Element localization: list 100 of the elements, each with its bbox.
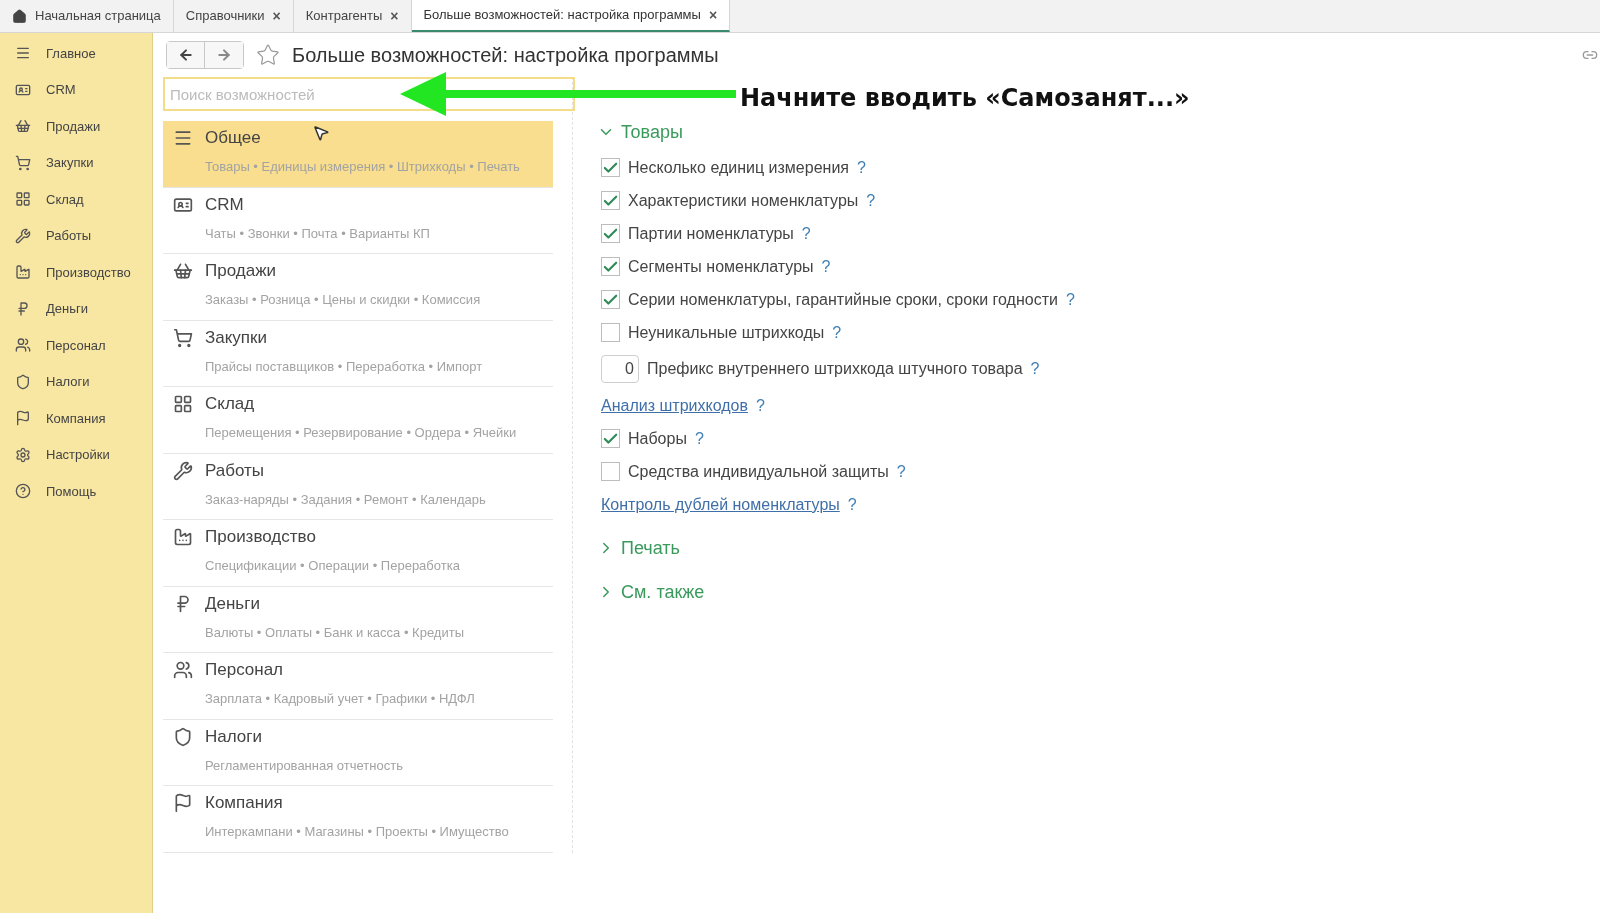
help-link[interactable]: ? xyxy=(801,221,811,246)
help-link[interactable]: ? xyxy=(694,426,704,451)
section-title: CRM xyxy=(205,193,244,216)
section-item[interactable]: Продажи Заказы • Розница • Цены и скидки • Комиссия xyxy=(163,254,553,321)
sidebar-item[interactable]: Деньги xyxy=(0,290,152,327)
close-button[interactable]: × xyxy=(272,5,281,27)
section-title: Продажи xyxy=(205,260,276,283)
help-link[interactable]: ? xyxy=(1065,287,1075,312)
section-details: Прайсы поставщиков • Переработка • Импорт xyxy=(204,357,484,376)
checkbox[interactable] xyxy=(601,323,620,342)
annotation-text: Начните вводить «Самозанят...» xyxy=(740,83,1190,114)
basket-icon xyxy=(15,118,31,135)
section-item[interactable]: CRM Чаты • Звонки • Почта • Варианты КП xyxy=(163,187,553,254)
section-title: Работы xyxy=(205,459,265,482)
checkbox[interactable] xyxy=(601,158,620,177)
checkbox[interactable] xyxy=(601,429,620,448)
option-label: Партии номенклатуры xyxy=(628,223,794,244)
help-link[interactable]: ? xyxy=(857,155,866,180)
sidebar-item[interactable]: Продажи xyxy=(0,108,152,145)
tab[interactable]: Контрагенты × xyxy=(293,0,412,32)
window-title: Больше возможностей: настройка программы xyxy=(292,43,719,68)
section-title: Компания xyxy=(205,792,283,815)
section-title: Закупки xyxy=(205,326,267,349)
cart-icon xyxy=(15,154,31,171)
help-link[interactable]: ? xyxy=(832,320,842,345)
section-details: Валюты • Оплаты • Банк и касса • Кредиты xyxy=(204,623,465,642)
sidebar-item[interactable]: Склад xyxy=(0,181,152,218)
help-link[interactable]: ? xyxy=(755,393,765,418)
sidebar-item[interactable]: CRM xyxy=(0,71,152,108)
checkbox[interactable] xyxy=(601,290,620,309)
help-link[interactable]: ? xyxy=(821,254,831,279)
link[interactable]: Анализ штрихкодов xyxy=(601,393,748,418)
section-title: Общее xyxy=(205,127,261,150)
back-button[interactable] xyxy=(167,42,205,68)
option-label: Наборы xyxy=(628,428,687,449)
help-link[interactable]: ? xyxy=(847,492,857,517)
help-icon xyxy=(15,483,31,500)
group-header[interactable]: Товары xyxy=(597,115,1600,149)
group-header[interactable]: Печать xyxy=(597,531,1600,565)
help-link[interactable]: ? xyxy=(1030,357,1040,381)
sidebar-item[interactable]: Закупки xyxy=(0,144,152,181)
sidebar-item[interactable]: Помощь xyxy=(0,473,152,510)
checkbox[interactable] xyxy=(601,462,620,481)
section-item[interactable]: Деньги Валюты • Оплаты • Банк и касса • Кредиты xyxy=(163,586,553,653)
close-button[interactable]: × xyxy=(390,5,399,27)
section-item[interactable]: Склад Перемещения • Резервирование • Ордера • Ячейки xyxy=(163,387,553,454)
section-item[interactable]: Закупки Прайсы поставщиков • Переработка • Импорт xyxy=(163,320,553,387)
basket-icon xyxy=(173,261,193,281)
star-icon[interactable] xyxy=(256,43,280,67)
section-title: Деньги xyxy=(205,592,260,615)
section-title: Персонал xyxy=(205,659,284,682)
help-link[interactable]: ? xyxy=(866,188,876,213)
tab[interactable]: Справочники × xyxy=(173,0,294,32)
factory-icon xyxy=(173,527,193,547)
flag-icon xyxy=(173,793,193,813)
section-item[interactable]: Производство Спецификации • Операции • Переработка xyxy=(163,520,553,587)
sidebar-item[interactable]: Настройки xyxy=(0,436,152,473)
help-link[interactable]: ? xyxy=(896,459,906,484)
option-label: Несколько единиц измерения xyxy=(628,157,849,178)
sidebar-item[interactable]: Персонал xyxy=(0,327,152,364)
checkbox[interactable] xyxy=(601,257,620,276)
people-icon xyxy=(15,337,31,354)
ruble-icon xyxy=(15,300,31,317)
section-details: Регламентированная отчетность xyxy=(204,756,404,775)
checkbox[interactable] xyxy=(601,191,620,210)
search-field[interactable]: Поиск возможностей xyxy=(163,77,575,111)
option-label: Серии номенклатуры, гарантийные сроки, сроки годности xyxy=(628,289,1058,310)
link[interactable]: Контроль дублей номенклатуры xyxy=(601,492,840,517)
section-title: Налоги xyxy=(205,725,262,748)
cart-icon xyxy=(173,327,193,348)
sidebar-item[interactable]: Работы xyxy=(0,217,152,254)
section-details: Товары • Единицы измерения • Штрихкоды • Печать xyxy=(204,158,521,176)
menu-icon xyxy=(173,128,193,148)
section-item[interactable]: Компания Интеркампани • Магазины • Проекты • Имущество xyxy=(163,786,553,853)
group-header[interactable]: См. также xyxy=(597,575,1600,609)
checkbox[interactable] xyxy=(601,224,620,243)
number-field[interactable]: 0 xyxy=(601,355,639,383)
section-title: Производство xyxy=(205,526,316,549)
sidebar-item[interactable]: Компания xyxy=(0,400,152,437)
section-details: Спецификации • Операции • Переработка xyxy=(204,557,461,575)
wrench-icon xyxy=(173,460,193,481)
section-details: Чаты • Звонки • Почта • Варианты КП xyxy=(204,224,431,243)
section-item[interactable]: Персонал Зарплата • Кадровый учет • Графики • НДФЛ xyxy=(163,653,553,720)
close-button[interactable]: × xyxy=(708,4,718,26)
cursor-icon xyxy=(312,124,330,142)
tab[interactable]: Больше возможностей: настройка программы × xyxy=(411,0,731,32)
grid-icon xyxy=(173,394,193,414)
factory-icon xyxy=(15,264,31,281)
flag-icon xyxy=(15,410,31,427)
sidebar-item[interactable]: Налоги xyxy=(0,363,152,400)
tab[interactable]: Начальная страница xyxy=(0,0,174,32)
section-item[interactable]: Налоги Регламентированная отчетность xyxy=(163,719,553,786)
section-item[interactable]: Общее Товары • Единицы измерения • Штрихкоды • Печать xyxy=(163,121,553,188)
sidebar-item[interactable]: Главное xyxy=(0,35,152,72)
section-item[interactable]: Работы Заказ-наряды • Задания • Ремонт • Календарь xyxy=(163,453,553,520)
sidebar-item[interactable]: Производство xyxy=(0,254,152,291)
option-label: Характеристики номенклатуры xyxy=(628,190,859,211)
home-icon xyxy=(12,8,27,24)
section-details: Зарплата • Кадровый учет • Графики • НДФЛ xyxy=(204,690,476,708)
section-details: Перемещения • Резервирование • Ордера • Ячейки xyxy=(204,424,518,442)
